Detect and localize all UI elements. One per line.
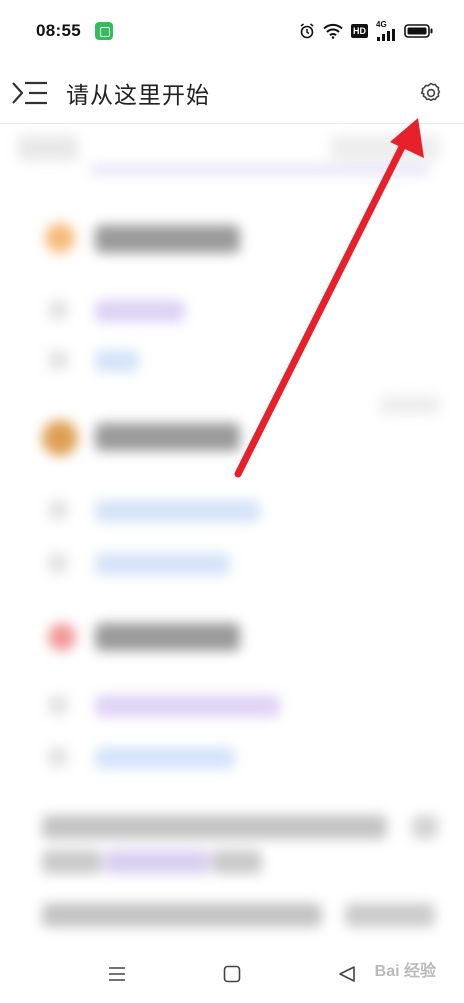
- page-title: 请从这里开始: [66, 82, 210, 109]
- blurred-block: [105, 850, 210, 874]
- blurred-block: [95, 500, 260, 522]
- blurred-icon: [48, 623, 76, 651]
- blurred-block: [42, 815, 387, 839]
- cellular-signal-icon: 4G: [376, 21, 396, 41]
- blurred-block: [48, 695, 68, 715]
- hamburger-icon[interactable]: [97, 954, 137, 994]
- blurred-block: [330, 135, 440, 161]
- blurred-block: [412, 815, 438, 839]
- alarm-icon: [299, 23, 315, 39]
- blurred-block: [95, 747, 235, 769]
- blurred-block: [380, 395, 440, 415]
- battery-icon: [404, 23, 434, 39]
- blurred-block: [212, 850, 262, 874]
- blurred-block: [95, 695, 280, 717]
- blurred-block: [95, 300, 185, 322]
- blurred-block: [48, 747, 68, 767]
- triangle-back-icon[interactable]: [327, 954, 367, 994]
- blurred-block: [90, 165, 430, 175]
- blurred-block: [18, 135, 78, 161]
- blurred-block: [48, 350, 68, 370]
- blurred-block: [95, 423, 240, 451]
- blurred-icon: [45, 223, 75, 253]
- network-type-label: 4G: [376, 20, 387, 29]
- hd-badge: HD: [351, 24, 368, 38]
- app-header: 请从这里开始: [0, 62, 464, 124]
- blurred-block: [48, 553, 68, 573]
- blurred-block: [95, 623, 240, 651]
- blurred-block: [95, 225, 240, 253]
- blurred-content-area: [0, 125, 464, 945]
- notification-app-icon: [94, 22, 113, 40]
- menu-collapse-icon[interactable]: [10, 78, 50, 108]
- square-home-icon[interactable]: [212, 954, 252, 994]
- gear-icon[interactable]: [418, 80, 444, 106]
- wifi-icon: [323, 23, 343, 39]
- blurred-block: [48, 500, 68, 520]
- blurred-block: [95, 350, 139, 372]
- watermark: Bai 经验: [374, 963, 436, 980]
- blurred-block: [95, 553, 230, 575]
- blurred-block: [42, 903, 322, 927]
- blurred-icon: [42, 420, 78, 456]
- blurred-block: [345, 903, 435, 927]
- status-icons: HD 4G: [299, 21, 434, 41]
- status-time: 08:55: [36, 21, 81, 40]
- blurred-block: [48, 300, 68, 320]
- blurred-block: [42, 850, 102, 874]
- status-bar: 08:55 HD 4G: [0, 0, 464, 62]
